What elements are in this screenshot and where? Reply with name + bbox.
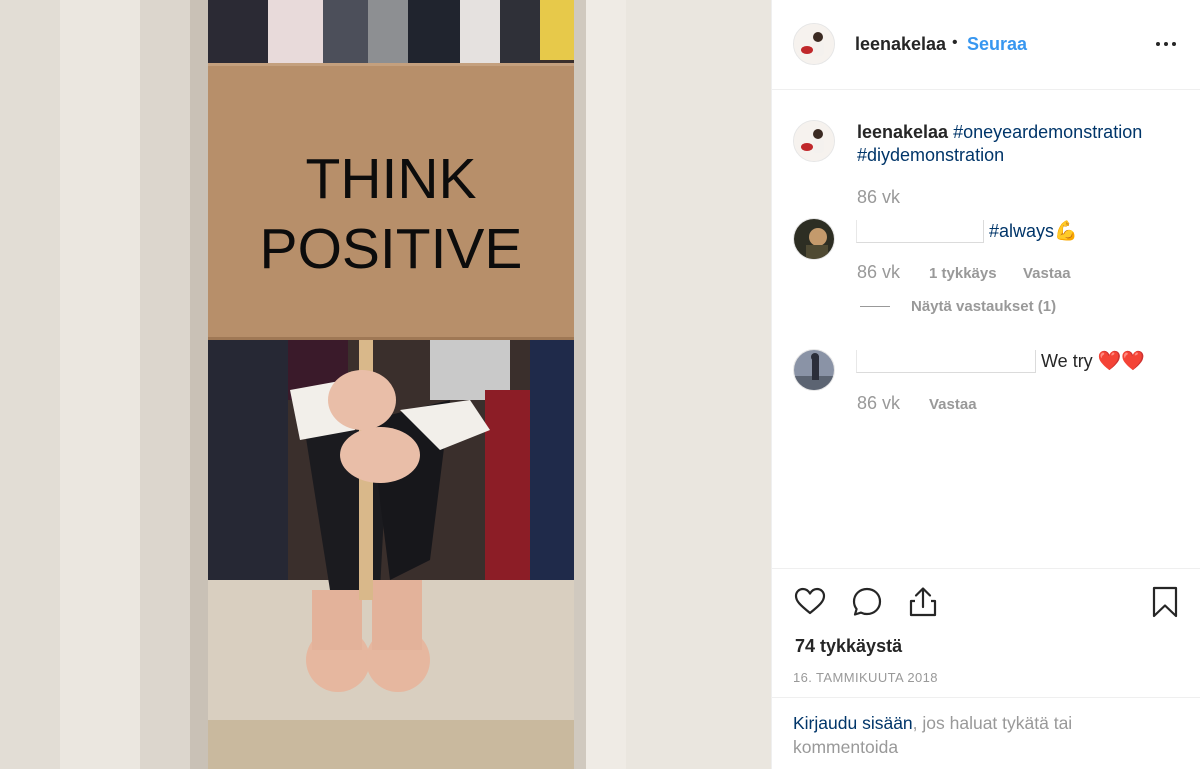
bookmark-icon[interactable] bbox=[1148, 585, 1182, 619]
post-date[interactable]: 16. TAMMIKUUTA 2018 bbox=[793, 670, 938, 685]
photo-illustration bbox=[0, 0, 771, 769]
login-link[interactable]: Kirjaudu sisään bbox=[793, 713, 913, 733]
more-horizontal-icon[interactable] bbox=[1154, 34, 1178, 54]
caption-timestamp[interactable]: 86 vk bbox=[857, 187, 900, 208]
reply-button[interactable]: Vastaa bbox=[1023, 265, 1071, 282]
comment-likes-count[interactable]: 1 tykkäys bbox=[929, 265, 997, 282]
sign-text-line2: POSITIVE bbox=[259, 217, 523, 281]
caption-username[interactable]: leenakelaa bbox=[857, 122, 948, 142]
reply-button[interactable]: Vastaa bbox=[929, 396, 977, 413]
action-bar: 74 tykkäystä 16. TAMMIKUUTA 2018 bbox=[772, 568, 1200, 697]
comment-timestamp[interactable]: 86 vk bbox=[857, 393, 900, 414]
commenter-avatar[interactable] bbox=[793, 349, 835, 391]
view-replies-button[interactable]: Näytä vastaukset (1) bbox=[911, 298, 1056, 315]
comment-text: #always💪 bbox=[856, 219, 1078, 243]
comment-text: We try ❤️❤️ bbox=[856, 349, 1145, 373]
caption-avatar[interactable] bbox=[793, 120, 835, 162]
sign-text-line1: THINK bbox=[305, 147, 477, 211]
login-prompt-text: Kirjaudu sisään, jos haluat tykätä tai k… bbox=[793, 711, 1173, 759]
header-separator: • bbox=[952, 34, 958, 51]
hashtag-link[interactable]: #always bbox=[989, 221, 1054, 241]
flexed-biceps-icon: 💪 bbox=[1054, 220, 1078, 242]
likes-count[interactable]: 74 tykkäystä bbox=[795, 636, 902, 657]
post-sidebar: leenakelaa • Seuraa leenakelaa #oneyeard… bbox=[771, 0, 1200, 769]
login-prompt: Kirjaudu sisään, jos haluat tykätä tai k… bbox=[772, 697, 1200, 769]
red-heart-icon: ❤️❤️ bbox=[1097, 350, 1146, 372]
replies-divider bbox=[860, 306, 890, 307]
caption-text: leenakelaa #oneyeardemonstration #diydem… bbox=[857, 121, 1177, 167]
comment-timestamp[interactable]: 86 vk bbox=[857, 262, 900, 283]
hashtag-link[interactable]: #oneyeardemonstration bbox=[953, 122, 1142, 142]
hashtag-link[interactable]: #diydemonstration bbox=[857, 145, 1004, 165]
commenter-avatar[interactable] bbox=[793, 218, 835, 260]
author-username[interactable]: leenakelaa bbox=[855, 34, 946, 55]
heart-icon[interactable] bbox=[793, 585, 827, 619]
comments-list[interactable]: leenakelaa #oneyeardemonstration #diydem… bbox=[772, 91, 1200, 568]
comment-icon[interactable] bbox=[850, 585, 884, 619]
follow-button[interactable]: Seuraa bbox=[967, 34, 1027, 55]
post-photo[interactable]: THINK POSITIVE bbox=[0, 0, 771, 769]
redacted-username[interactable] bbox=[856, 220, 984, 243]
post-header: leenakelaa • Seuraa bbox=[772, 0, 1200, 90]
redacted-username[interactable] bbox=[856, 350, 1036, 373]
comment-body: We try bbox=[1041, 351, 1093, 371]
share-icon[interactable] bbox=[906, 585, 940, 619]
author-avatar[interactable] bbox=[793, 23, 835, 65]
